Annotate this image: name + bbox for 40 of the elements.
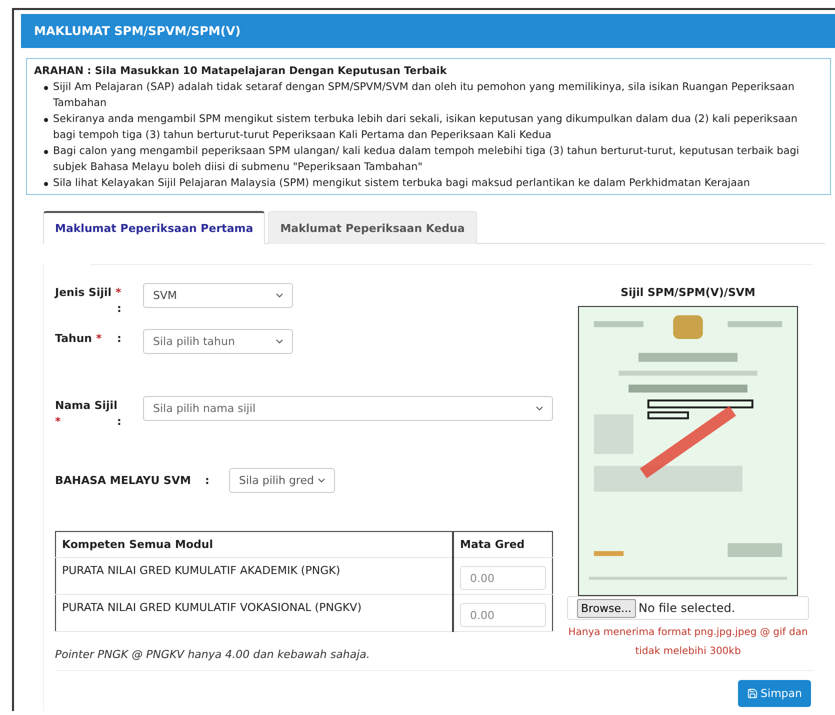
column-header: Mata Gred: [453, 532, 552, 558]
required-mark: *: [116, 286, 122, 299]
field-label: Tahun: [55, 332, 92, 345]
bullet-icon: [44, 182, 48, 186]
file-input[interactable]: Browse... No file selected.: [567, 596, 809, 620]
table-cell: PURATA NILAI GRED KUMULATIF AKADEMIK (PNGK): [56, 558, 453, 594]
save-icon: [746, 688, 758, 699]
note-text: Pointer PNGK @ PNGKV hanya 4.00 dan kebawah sahaja.: [55, 648, 371, 661]
instruction-text: Sijil Am Pelajaran (SAP) adalah tidak setaraf dengan SPM/SPVM/SVM dan oleh itu pemohon yang memilikinya, sila isikan Ruangan Peperiksaan Tambahan: [53, 80, 796, 111]
bullet-icon: [44, 118, 48, 122]
required-mark: *: [55, 415, 61, 428]
grade-input[interactable]: 0.00: [460, 566, 546, 590]
grade-input[interactable]: 0.00: [460, 603, 546, 627]
browse-button[interactable]: Browse...: [577, 598, 636, 618]
dropdown[interactable]: SVM: [143, 283, 293, 308]
colon: :: [205, 474, 210, 487]
dropdown[interactable]: Sila pilih nama sijil: [143, 396, 553, 421]
certificate-title: Sijil SPM/SPM(V)/SVM: [620, 286, 756, 299]
tab[interactable]: Maklumat Peperiksaan Kedua: [268, 211, 477, 244]
dropdown[interactable]: Sila pilih tahun: [143, 329, 293, 354]
colon: :: [117, 414, 122, 430]
field-label: Nama Sijil: [55, 399, 118, 412]
required-mark: *: [96, 332, 102, 345]
tab[interactable]: Maklumat Peperiksaan Pertama: [43, 211, 266, 244]
bullet-icon: [44, 86, 48, 90]
hint-text: Hanya menerima format png.jpg.jpeg @ gif dan tidak melebihi 300kb: [568, 626, 808, 659]
field-label: BAHASA MELAYU SVM: [55, 474, 191, 486]
colon: :: [117, 301, 122, 317]
field-label: Jenis Sijil: [55, 286, 112, 299]
colon: :: [117, 331, 122, 347]
instruction-text: Bagi calon yang mengambil peperiksaan SPM ulangan/ kali kedua dalam tempoh melebihi tiga (3) tahun berturut-turut, keputusan terbaik bagi subjek Bahasa Melayu boleh diisi di submenu "Peperiksaan Tambahan": [53, 144, 800, 175]
section-title: MAKLUMAT SPM/SPVM/SPM(V): [34, 24, 241, 38]
column-header: Kompeten Semua Modul: [56, 532, 453, 558]
instruction-text: Sekiranya anda mengambil SPM mengikut sistem terbuka lebih dari sekali, isikan keputusan yang dikumpulkan dalam dua (2) kali peperiksaan bagi tempoh tiga (3) tahun berturut-turut Peperiksaan Kali Pertama dan Peperiksaan Kali Kedua: [53, 112, 798, 143]
dropdown[interactable]: Sila pilih gred: [229, 468, 335, 493]
instruction-text: Sila lihat Kelayakan Sijil Pelajaran Malaysia (SPM) mengikut sistem terbuka bagi maksud perlantikan ke dalam Perkhidmatan Kerajaan: [53, 176, 750, 191]
instructions-heading: ARAHAN : Sila Masukkan 10 Matapelajaran Dengan Keputusan Terbaik: [34, 64, 448, 79]
save-button[interactable]: Simpan: [738, 680, 811, 707]
table-cell: PURATA NILAI GRED KUMULATIF VOKASIONAL (PNGKV): [56, 594, 453, 632]
bullet-icon: [44, 150, 48, 154]
